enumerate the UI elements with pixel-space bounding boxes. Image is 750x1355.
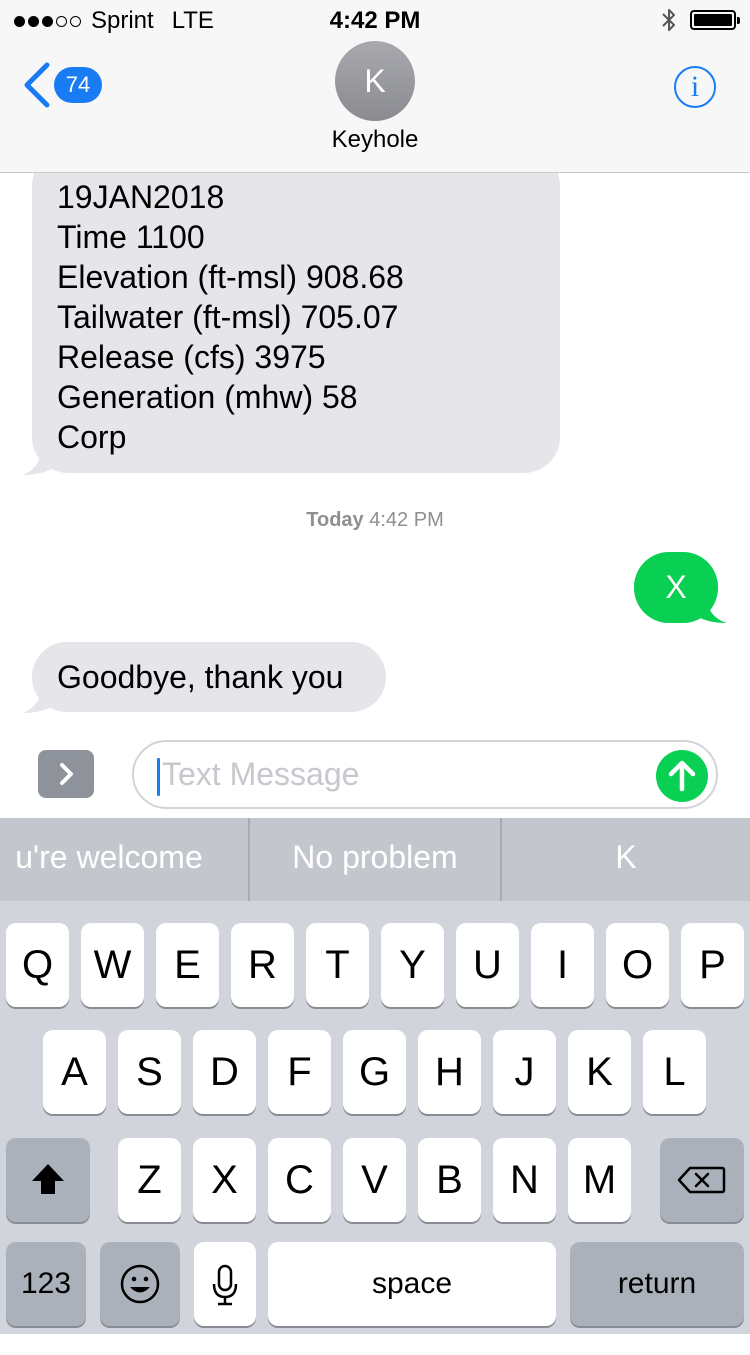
message-line: Corp [57,419,127,455]
backspace-key[interactable] [660,1138,744,1222]
send-arrow-icon [668,760,696,792]
key-h[interactable]: H [418,1030,481,1114]
timestamp-day: Today [306,509,364,531]
incoming-message-report[interactable]: 19JAN2018 Time 1100 Elevation (ft-msl) 9… [32,150,560,473]
key-t[interactable]: T [306,923,369,1007]
timestamp-time: 4:42 PM [369,509,444,531]
bubble-tail [22,444,56,475]
key-l[interactable]: L [643,1030,706,1114]
microphone-icon [212,1264,238,1306]
bubble-tail [694,592,727,623]
key-z[interactable]: Z [118,1138,181,1222]
suggestion-3[interactable]: K [502,818,750,901]
dictation-key[interactable] [194,1242,256,1326]
key-s[interactable]: S [118,1030,181,1114]
key-w[interactable]: W [81,923,144,1007]
key-k[interactable]: K [568,1030,631,1114]
status-time: 4:42 PM [329,7,421,34]
key-c[interactable]: C [268,1138,331,1222]
message-placeholder: Text Message [162,756,360,792]
bluetooth-icon [662,9,675,31]
key-e[interactable]: E [156,923,219,1007]
keyboard: u're welcome No problem K Q W E R T Y U … [0,818,750,1334]
backspace-icon [677,1166,726,1194]
key-v[interactable]: V [343,1138,406,1222]
battery-icon [690,10,740,30]
key-p[interactable]: P [681,923,744,1007]
message-line: 19JAN2018 [57,179,225,215]
message-line: Generation (mhw) 58 [57,379,358,415]
predictive-bar: u're welcome No problem K [0,818,750,901]
key-m[interactable]: M [568,1138,631,1222]
shift-key[interactable] [6,1138,90,1222]
shift-icon [32,1164,64,1194]
incoming-message[interactable]: Goodbye, thank you [32,642,386,712]
suggestion-2[interactable]: No problem [250,818,500,901]
suggestion-1[interactable]: u're welcome [0,818,248,901]
back-chevron-icon [24,62,50,108]
space-key[interactable]: space [268,1242,556,1326]
numbers-key[interactable]: 123 [6,1242,86,1326]
unread-count-badge: 74 [54,67,102,103]
message-line: Release (cfs) 3975 [57,339,326,375]
status-bar: Sprint LTE 4:42 PM [0,0,750,40]
key-x[interactable]: X [193,1138,256,1222]
key-a[interactable]: A [43,1030,106,1114]
bubble-tail [22,682,56,713]
return-key[interactable]: return [570,1242,744,1326]
message-timestamp: Today 4:42 PM [0,509,750,532]
message-line: Tailwater (ft-msl) 705.07 [57,299,399,335]
emoji-icon [120,1264,160,1304]
contact-name[interactable]: Keyhole [0,126,750,154]
key-j[interactable]: J [493,1030,556,1114]
send-button[interactable] [656,750,708,802]
key-n[interactable]: N [493,1138,556,1222]
apps-chevron-icon [60,763,73,785]
message-line: Time 1100 [57,219,205,255]
key-f[interactable]: F [268,1030,331,1114]
key-i[interactable]: I [531,923,594,1007]
key-y[interactable]: Y [381,923,444,1007]
back-button[interactable]: 74 [22,62,102,108]
key-u[interactable]: U [456,923,519,1007]
app-drawer-button[interactable] [38,750,94,798]
text-caret [157,758,160,796]
key-g[interactable]: G [343,1030,406,1114]
emoji-key[interactable] [100,1242,180,1326]
key-o[interactable]: O [606,923,669,1007]
key-d[interactable]: D [193,1030,256,1114]
contact-avatar[interactable]: K [335,41,415,121]
message-input[interactable]: Text Message [132,740,718,809]
key-r[interactable]: R [231,923,294,1007]
key-b[interactable]: B [418,1138,481,1222]
message-line: Elevation (ft-msl) 908.68 [57,259,404,295]
info-icon[interactable]: i [674,66,716,108]
key-q[interactable]: Q [6,923,69,1007]
